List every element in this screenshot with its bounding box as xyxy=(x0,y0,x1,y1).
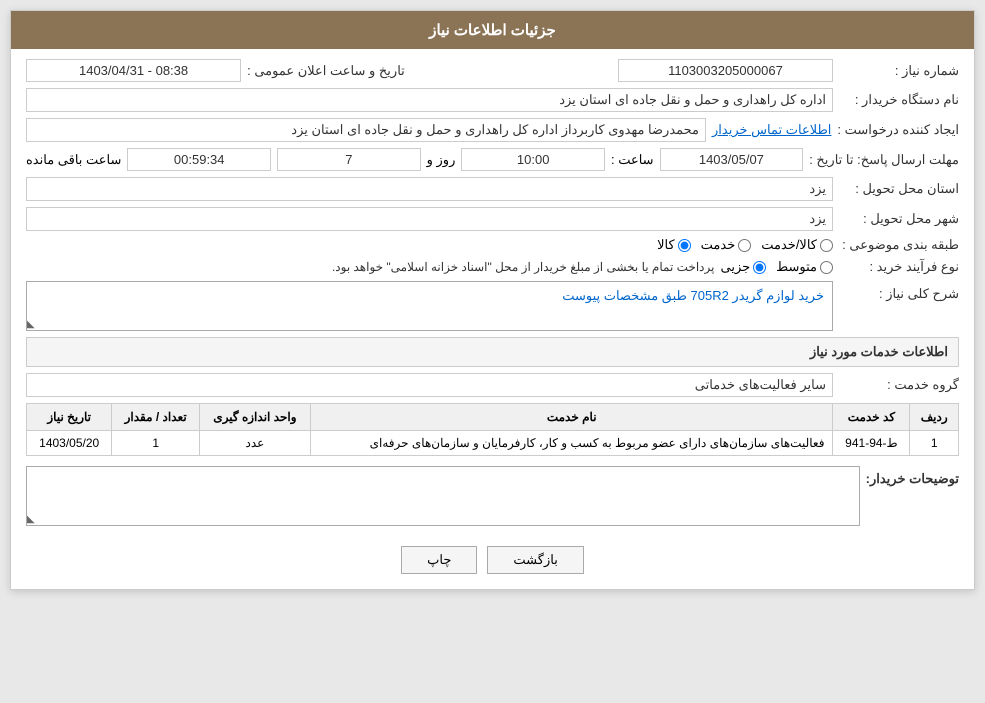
service-group-label: گروه خدمت : xyxy=(839,377,959,393)
purchase-type-radio-group: متوسط جزیی xyxy=(720,259,833,275)
back-button[interactable]: بازگشت xyxy=(487,546,583,574)
response-time-label: ساعت : xyxy=(611,152,654,168)
cell-service-code: ط-94-941 xyxy=(833,431,910,456)
purchase-type-option-jozii[interactable]: جزیی xyxy=(720,259,766,275)
response-time-value: 10:00 xyxy=(461,148,605,171)
remaining-label: ساعت باقی مانده xyxy=(26,152,121,168)
table-header-row: ردیف کد خدمت نام خدمت واحد اندازه گیری ت… xyxy=(27,404,959,431)
services-section-title: اطلاعات خدمات مورد نیاز xyxy=(26,337,959,367)
buyer-org-row: نام دستگاه خریدار : اداره کل راهداری و ح… xyxy=(26,88,959,112)
need-number-row: شماره نیاز : 1103003205000067 تاریخ و سا… xyxy=(26,59,959,82)
services-table: ردیف کد خدمت نام خدمت واحد اندازه گیری ت… xyxy=(26,403,959,456)
buyer-org-value: اداره کل راهداری و حمل و نقل جاده ای است… xyxy=(26,88,833,112)
category-radio-group: کالا/خدمت خدمت کالا xyxy=(657,237,833,253)
delivery-city-label: شهر محل تحویل : xyxy=(839,211,959,227)
category-option-kala[interactable]: کالا xyxy=(657,237,691,253)
cell-unit: عدد xyxy=(199,431,310,456)
category-row: طبقه بندی موضوعی : کالا/خدمت خدمت کالا xyxy=(26,237,959,253)
response-deadline-label: مهلت ارسال پاسخ: تا تاریخ : xyxy=(809,152,959,168)
service-group-row: گروه خدمت : سایر فعالیت‌های خدماتی xyxy=(26,373,959,397)
category-option-khedmat-label: خدمت xyxy=(701,237,736,253)
cell-service-name: فعالیت‌های سازمان‌های دارای عضو مربوط به… xyxy=(310,431,833,456)
col-header-date: تاریخ نیاز xyxy=(27,404,112,431)
response-date-value: 1403/05/07 xyxy=(660,148,804,171)
page-container: جزئیات اطلاعات نیاز شماره نیاز : 1103003… xyxy=(10,10,975,590)
category-option-kala-khedmat[interactable]: کالا/خدمت xyxy=(761,237,833,253)
purchase-type-radio-jozii[interactable] xyxy=(753,261,766,274)
need-number-value: 1103003205000067 xyxy=(618,59,833,82)
purchase-type-label: نوع فرآیند خرید : xyxy=(839,259,959,275)
delivery-province-value: یزد xyxy=(26,177,833,201)
purchase-type-jozii-label: جزیی xyxy=(720,259,750,275)
cell-date: 1403/05/20 xyxy=(27,431,112,456)
cell-row-number: 1 xyxy=(910,431,959,456)
creator-row: ایجاد کننده درخواست : اطلاعات تماس خریدا… xyxy=(26,118,959,142)
buyer-notes-row: توضیحات خریدار: xyxy=(26,466,959,526)
delivery-city-value: یزد xyxy=(26,207,833,231)
need-description-label: شرح کلی نیاز : xyxy=(839,281,959,302)
delivery-province-row: استان محل تحویل : یزد xyxy=(26,177,959,201)
page-header: جزئیات اطلاعات نیاز xyxy=(11,11,974,49)
print-button[interactable]: چاپ xyxy=(401,546,477,574)
purchase-type-motavaset-label: متوسط xyxy=(776,259,817,275)
service-group-value: سایر فعالیت‌های خدماتی xyxy=(26,373,833,397)
purchase-type-note: پرداخت تمام یا بخشی از مبلغ خریدار از مح… xyxy=(332,260,715,274)
col-header-quantity: تعداد / مقدار xyxy=(112,404,200,431)
col-header-service-name: نام خدمت xyxy=(310,404,833,431)
category-radio-khedmat[interactable] xyxy=(738,239,751,252)
delivery-province-label: استان محل تحویل : xyxy=(839,181,959,197)
buyer-org-label: نام دستگاه خریدار : xyxy=(839,92,959,108)
category-radio-kala[interactable] xyxy=(678,239,691,252)
category-option-kala-label: کالا xyxy=(657,237,675,253)
creator-label: ایجاد کننده درخواست : xyxy=(837,122,959,138)
col-header-row-number: ردیف xyxy=(910,404,959,431)
content-area: شماره نیاز : 1103003205000067 تاریخ و سا… xyxy=(11,49,974,589)
creator-value: محمدرضا مهدوی کاربرداز اداره کل راهداری … xyxy=(26,118,706,142)
remaining-value: 00:59:34 xyxy=(127,148,271,171)
category-radio-kala-khedmat[interactable] xyxy=(820,239,833,252)
category-option-kala-khedmat-label: کالا/خدمت xyxy=(761,237,817,253)
category-option-khedmat[interactable]: خدمت xyxy=(701,237,752,253)
announcement-datetime-label: تاریخ و ساعت اعلان عمومی : xyxy=(247,63,405,79)
col-header-service-code: کد خدمت xyxy=(833,404,910,431)
category-label: طبقه بندی موضوعی : xyxy=(839,237,959,253)
response-days-value: 7 xyxy=(277,148,421,171)
response-deadline-row: مهلت ارسال پاسخ: تا تاریخ : 1403/05/07 س… xyxy=(26,148,959,171)
purchase-type-radio-motavaset[interactable] xyxy=(820,261,833,274)
cell-quantity: 1 xyxy=(112,431,200,456)
buyer-notes-label: توضیحات خریدار: xyxy=(866,466,959,487)
need-description-value: خرید لوازم گریدر 705R2 طبق مشخصات پیوست xyxy=(26,281,833,331)
purchase-type-option-motavaset[interactable]: متوسط xyxy=(776,259,833,275)
delivery-city-row: شهر محل تحویل : یزد xyxy=(26,207,959,231)
page-title: جزئیات اطلاعات نیاز xyxy=(429,22,556,39)
response-days-label: روز و xyxy=(427,152,456,168)
table-row: 1 ط-94-941 فعالیت‌های سازمان‌های دارای ع… xyxy=(27,431,959,456)
need-description-row: شرح کلی نیاز : خرید لوازم گریدر 705R2 طب… xyxy=(26,281,959,331)
contact-link[interactable]: اطلاعات تماس خریدار xyxy=(712,122,831,138)
buyer-notes-box xyxy=(26,466,860,526)
col-header-unit: واحد اندازه گیری xyxy=(199,404,310,431)
need-number-label: شماره نیاز : xyxy=(839,63,959,79)
actions-row: بازگشت چاپ xyxy=(26,536,959,579)
announcement-datetime-value: 1403/04/31 - 08:38 xyxy=(26,59,241,82)
purchase-type-row: نوع فرآیند خرید : متوسط جزیی پرداخت تمام… xyxy=(26,259,959,275)
